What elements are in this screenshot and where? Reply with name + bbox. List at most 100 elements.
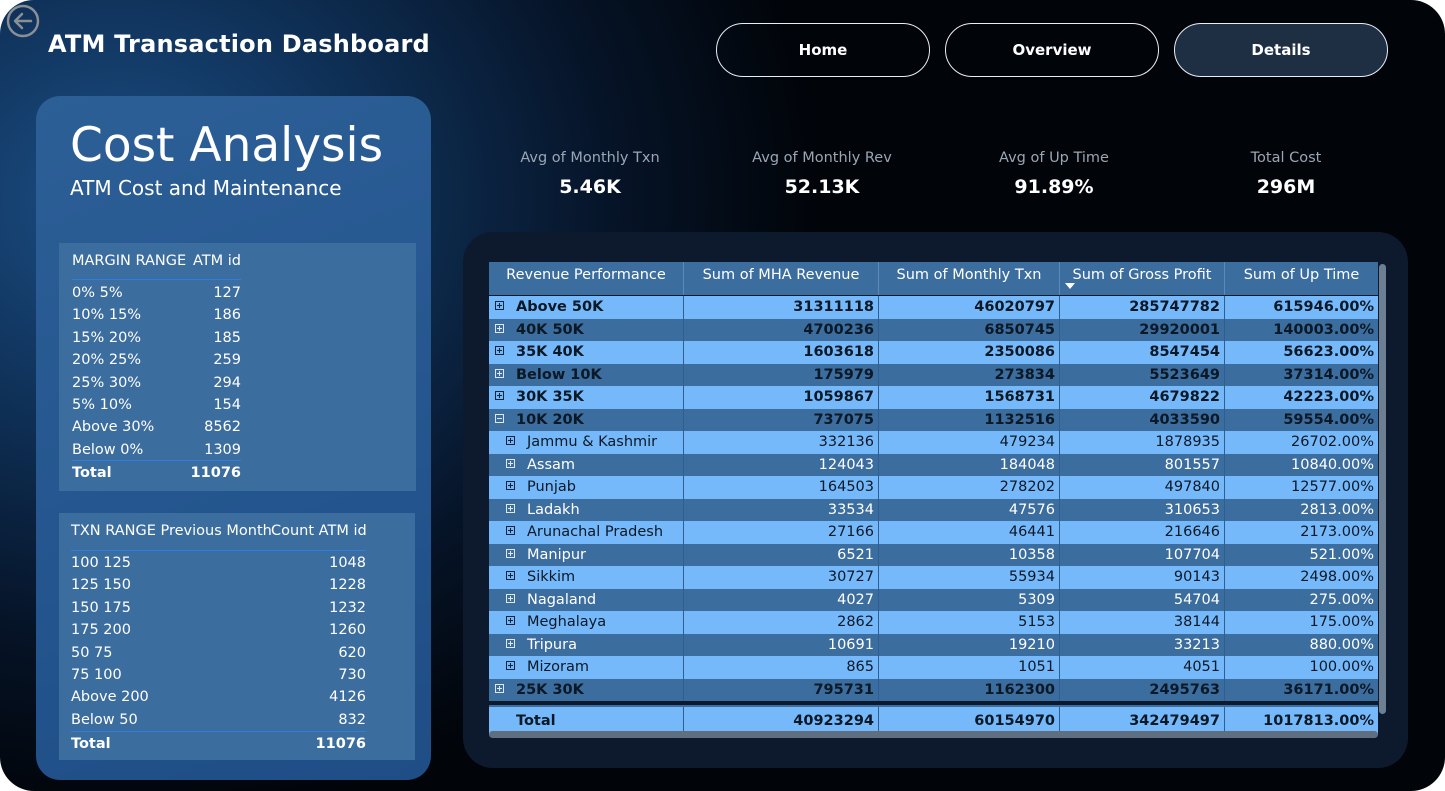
txn-range-table: TXN RANGE Previous Month Count ATM id 10… [59,513,415,760]
matrix-child-row: Mizoram 865 1051 4051 100.00% [489,656,1378,679]
count-cell: 127 [213,285,241,301]
expand-icon[interactable] [495,391,504,400]
mha-revenue-cell: 1059867 [684,386,879,409]
column-header-mha-revenue[interactable]: Sum of MHA Revenue [684,262,879,295]
matrix-group-row: Above 50K 31311118 46020797 285747782 615946… [489,296,1378,319]
up-time-cell: 36171.00% [1283,681,1374,698]
column-header-txn-range[interactable]: TXN RANGE Previous Month [71,513,272,549]
range-cell: 175 200 [71,622,131,639]
collapse-icon[interactable] [495,413,504,423]
overview-button[interactable]: Overview [945,23,1159,77]
expand-icon[interactable] [495,346,504,355]
range-cell: 20% 25% [72,352,142,369]
expand-icon[interactable] [506,661,515,670]
column-header-monthly-txn[interactable]: Sum of Monthly Txn [879,262,1060,295]
gross-profit-cell: 4051 [1060,656,1225,679]
horizontal-scrollbar[interactable] [489,731,1378,738]
table-row: 175 200 1260 [71,619,366,641]
row-header-cell: Arunachal Pradesh [489,521,684,544]
row-header-cell: Sikkim [489,566,684,589]
column-header-revenue-performance[interactable]: Revenue Performance [489,262,684,295]
expand-icon[interactable] [506,616,515,625]
expand-icon[interactable] [506,526,515,535]
up-time-cell: 2173.00% [1300,524,1374,540]
matrix-child-row: Jammu & Kashmir 332136 479234 1878935 26702.… [489,431,1378,454]
table-row: 0% 5% 127 [72,282,241,304]
details-button[interactable]: Details [1174,23,1388,77]
monthly-txn-cell: 6850745 [879,318,1060,341]
matrix-child-row: Assam 124043 184048 801557 10840.00% [489,453,1378,476]
row-header-cell: Tripura [489,633,684,656]
gross-profit-cell: 2495763 [1060,678,1225,701]
column-header-up-time[interactable]: Sum of Up Time [1225,262,1378,295]
expand-icon[interactable] [506,548,515,558]
table-row: 25% 30% 294 [72,372,241,394]
expand-icon[interactable] [495,301,504,310]
monthly-txn-cell: 5153 [879,611,1060,634]
mha-revenue-cell: 795731 [684,678,879,701]
column-header-count-atm-id[interactable]: Count ATM id [271,513,367,549]
column-header-margin-range[interactable]: MARGIN RANGE [72,243,186,279]
sort-descending-icon[interactable] [1065,283,1075,289]
expand-icon[interactable] [495,683,504,693]
up-time-cell: 140003.00% [1273,321,1374,338]
gross-profit-cell: 5523649 [1060,363,1225,386]
column-header-atm-id[interactable]: ATM id [193,243,241,279]
row-label: 40K 50K [516,321,584,338]
kpi-label: Avg of Monthly Txn [520,150,660,166]
column-header-gross-profit[interactable]: Sum of Gross Profit [1060,262,1225,295]
home-button[interactable]: Home [716,23,930,77]
matrix-child-row: Meghalaya 2862 5153 38144 175.00% [489,611,1378,634]
row-label: Sikkim [527,569,576,585]
row-label: Mizoram [527,659,589,675]
table-row: 5% 10% 154 [72,394,241,416]
gross-profit-cell: 310653 [1060,498,1225,521]
row-header-cell: Manipur [489,543,684,566]
expand-icon[interactable] [506,638,515,648]
expand-icon[interactable] [506,458,515,468]
row-header-cell: 25K 30K [489,678,684,701]
row-label: Assam [527,456,576,473]
mha-revenue-cell: 164503 [684,476,879,499]
range-cell: 150 175 [71,599,131,616]
monthly-txn-cell: 47576 [879,498,1060,521]
matrix-child-row: Arunachal Pradesh 27166 46441 216646 2173.00… [489,521,1378,544]
range-cell: 100 125 [71,555,131,571]
expand-icon[interactable] [495,323,504,333]
kpi-value: 91.89% [1014,176,1094,198]
expand-icon[interactable] [495,368,504,378]
up-time-cell: 100.00% [1309,659,1374,675]
expand-icon[interactable] [506,503,515,513]
range-cell: 10% 15% [72,307,142,324]
row-header-cell: 10K 20K [489,408,684,431]
expand-icon[interactable] [506,593,515,603]
count-cell: 1232 [329,599,366,616]
monthly-txn-cell: 46441 [879,521,1060,544]
expand-icon[interactable] [506,481,515,490]
expand-icon[interactable] [506,436,515,445]
monthly-txn-cell: 2350086 [879,341,1060,364]
table-row: Below 50 832 [71,709,366,731]
count-cell: 620 [338,644,366,661]
gross-profit-cell: 29920001 [1060,318,1225,341]
range-cell: 50 75 [71,644,113,661]
kpi-label: Total Cost [1250,150,1322,166]
monthly-txn-cell: 1162300 [879,678,1060,701]
row-label: 35K 40K [516,344,584,360]
row-header-cell: Jammu & Kashmir [489,431,684,454]
gross-profit-cell: 1878935 [1060,431,1225,454]
monthly-txn-cell: 10358 [879,543,1060,566]
monthly-txn-cell: 5309 [879,588,1060,611]
expand-icon[interactable] [506,571,515,580]
table-row: Below 0% 1309 [72,439,241,461]
vertical-scrollbar[interactable] [1379,264,1386,714]
total-divider [71,731,366,732]
row-label: Below 10K [516,366,602,383]
back-arrow-icon[interactable] [6,4,40,38]
kpi-total-cost: Total Cost 296M [1186,150,1386,198]
table-row: 10% 15% 186 [72,304,241,326]
panel-subtitle: ATM Cost and Maintenance [70,176,342,200]
total-label: Total [72,465,112,481]
matrix-child-row: Manipur 6521 10358 107704 521.00% [489,543,1378,566]
table-row: 20% 25% 259 [72,349,241,371]
